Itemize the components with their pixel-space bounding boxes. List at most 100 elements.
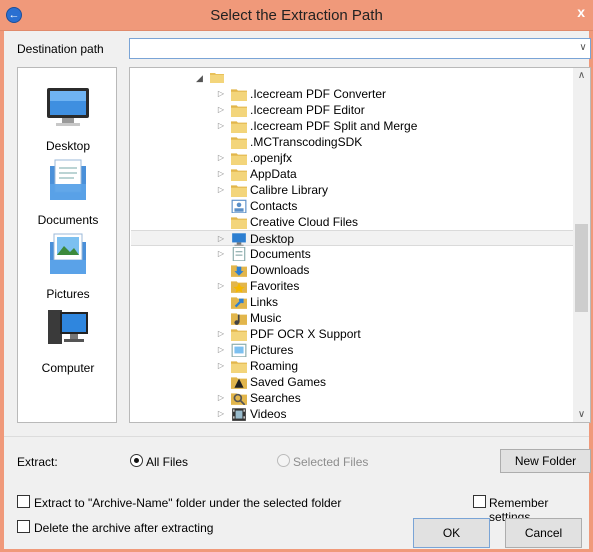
vertical-scrollbar[interactable]: ∧ ∨: [573, 68, 590, 422]
destination-path-input[interactable]: [129, 38, 591, 59]
videos-folder-icon: [232, 408, 246, 421]
tree-item-label: Pictures: [250, 343, 294, 357]
music-folder-icon: [231, 313, 247, 325]
destination-path-label: Destination path: [17, 42, 104, 56]
tree-item-label: Saved Games: [250, 375, 327, 389]
new-folder-button[interactable]: New Folder: [500, 449, 591, 473]
tree-item[interactable]: ▷ .Icecream PDF Split and Merge: [131, 118, 575, 134]
tree-item[interactable]: ▷ Documents: [131, 246, 575, 262]
pictures-folder-icon: [231, 343, 247, 357]
cancel-button[interactable]: Cancel: [505, 518, 582, 548]
tree-item-label: .MCTranscodingSDK: [250, 135, 363, 149]
tree-item[interactable]: ▷ Desktop: [131, 230, 575, 246]
folder-icon: [231, 89, 247, 101]
tree-item[interactable]: ▷ PDF OCR X Support: [131, 326, 575, 342]
expand-arrow-icon[interactable]: ▷: [216, 182, 226, 198]
collapse-arrow-icon[interactable]: ◢: [196, 73, 203, 84]
ok-button[interactable]: OK: [413, 518, 490, 548]
tree-item[interactable]: ▷ AppData: [131, 166, 575, 182]
tree-item-label: Roaming: [250, 359, 299, 373]
folder-tree[interactable]: ◢ ▷ .Icecream PDF Converter ▷ .Icecream PDF…: [129, 67, 591, 423]
tree-item[interactable]: Downloads: [131, 262, 575, 278]
expand-arrow-icon[interactable]: ▷: [216, 166, 226, 182]
place-pictures[interactable]: Pictures: [18, 232, 118, 301]
expand-arrow-icon[interactable]: ▷: [216, 326, 226, 342]
place-computer[interactable]: Computer: [18, 306, 118, 375]
tree-item-label: Music: [250, 311, 282, 325]
tree-item[interactable]: ▷ Favorites: [131, 278, 575, 294]
expand-arrow-icon[interactable]: ▷: [216, 406, 226, 422]
extract-label: Extract:: [17, 455, 58, 469]
extract-to-archive-folder-checkbox[interactable]: [17, 495, 30, 508]
remember-settings-checkbox[interactable]: [473, 495, 486, 508]
expand-arrow-icon[interactable]: ▷: [216, 118, 226, 134]
expand-arrow-icon[interactable]: ▷: [216, 246, 226, 262]
tree-item[interactable]: ▷ .Icecream PDF Converter: [131, 86, 575, 102]
chevron-down-icon[interactable]: ∨: [577, 40, 589, 56]
expand-arrow-icon[interactable]: ▷: [216, 150, 226, 166]
folder-icon: [231, 121, 247, 133]
tree-item[interactable]: Saved Games: [131, 374, 575, 390]
desktop-monitor-icon: [47, 88, 89, 126]
tree-item[interactable]: Creative Cloud Files: [131, 214, 575, 230]
expand-arrow-icon[interactable]: ▷: [216, 358, 226, 374]
tree-item-label: Documents: [250, 247, 311, 261]
tree-item-label: Favorites: [250, 279, 300, 293]
scroll-down-icon[interactable]: ∨: [573, 409, 590, 420]
tree-item[interactable]: Music: [131, 310, 575, 326]
delete-archive-label[interactable]: Delete the archive after extracting: [34, 521, 213, 535]
tree-item[interactable]: Contacts: [131, 198, 575, 214]
tree-item-label: Desktop: [250, 232, 295, 246]
tree-item-label: Searches: [250, 391, 301, 405]
folder-icon: [231, 185, 247, 197]
title-bar: ← Select the Extraction Path x: [0, 0, 593, 31]
expand-arrow-icon[interactable]: ▷: [216, 390, 226, 406]
expand-arrow-icon[interactable]: ▷: [216, 278, 226, 294]
folder-icon: [231, 105, 247, 117]
tree-item-label: Creative Cloud Files: [250, 215, 359, 229]
expand-arrow-icon[interactable]: ▷: [216, 102, 226, 118]
tree-item[interactable]: ▷ Roaming: [131, 358, 575, 374]
tree-item[interactable]: ▷ Calibre Library: [131, 182, 575, 198]
tree-item[interactable]: ▷ .Icecream PDF Editor: [131, 102, 575, 118]
tree-item-label: Downloads: [250, 263, 310, 277]
expand-arrow-icon[interactable]: ▷: [216, 231, 226, 247]
tree-item[interactable]: ▷ .openjfx: [131, 150, 575, 166]
tree-item[interactable]: Links: [131, 294, 575, 310]
downloads-folder-icon: [231, 265, 247, 277]
tree-item[interactable]: ▷ Videos: [131, 406, 575, 422]
searches-folder-icon: [231, 393, 247, 405]
radio-selected-dot: [134, 458, 139, 463]
tree-item[interactable]: ▷ Pictures: [131, 342, 575, 358]
pictures-icon: [50, 233, 86, 274]
expand-arrow-icon[interactable]: ▷: [216, 86, 226, 102]
favorites-folder-icon: [231, 281, 247, 293]
place-label: Documents: [37, 213, 99, 227]
close-icon[interactable]: x: [577, 4, 585, 20]
place-desktop[interactable]: Desktop: [18, 86, 118, 153]
delete-archive-checkbox[interactable]: [17, 520, 30, 533]
folder-icon: [210, 73, 224, 83]
place-documents[interactable]: Documents: [18, 158, 118, 227]
expand-arrow-icon[interactable]: ▷: [216, 342, 226, 358]
scroll-up-icon[interactable]: ∧: [573, 70, 590, 81]
window-frame-left: [0, 31, 4, 552]
tree-item-label: Contacts: [250, 199, 298, 213]
tree-item[interactable]: .MCTranscodingSDK: [131, 134, 575, 150]
scrollbar-thumb[interactable]: [575, 224, 588, 312]
computer-icon: [48, 310, 88, 344]
tree-item-label: Links: [250, 295, 279, 309]
tree-item-label: AppData: [250, 167, 297, 181]
extract-to-archive-folder-label[interactable]: Extract to "Archive-Name" folder under t…: [34, 496, 341, 510]
documents-icon: [50, 159, 86, 200]
tree-item[interactable]: ▷ Searches: [131, 390, 575, 406]
place-label: Computer: [41, 361, 95, 375]
folder-icon: [231, 361, 247, 373]
all-files-label[interactable]: All Files: [146, 455, 188, 469]
all-files-radio[interactable]: [130, 454, 143, 467]
selected-files-radio: [277, 454, 290, 467]
folder-icon: [231, 153, 247, 165]
folder-icon: [231, 329, 247, 341]
place-label: Pictures: [46, 287, 90, 301]
folder-icon: [231, 137, 247, 149]
